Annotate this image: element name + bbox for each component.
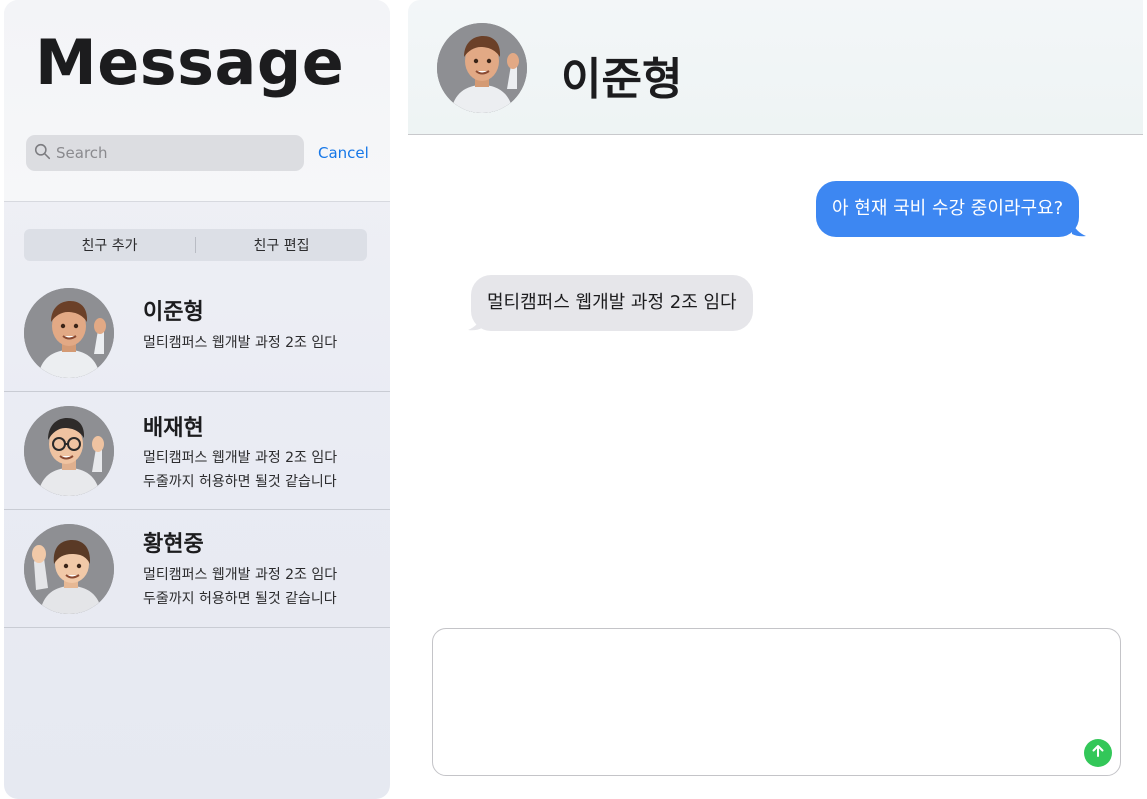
message-input[interactable]: [447, 641, 1077, 761]
contact-preview: 두줄까지 허용하면 될것 같습니다: [143, 591, 337, 607]
contact-name: 이준형: [143, 300, 204, 325]
avatar: [24, 524, 114, 614]
avatar: [437, 23, 527, 113]
search-field[interactable]: [26, 135, 304, 171]
bubble-tail: [468, 316, 482, 331]
contact-list-item[interactable]: 배재현 멀티캠퍼스 웹개발 과정 2조 임다 두줄까지 허용하면 될것 같습니다: [4, 392, 390, 510]
contact-name: 황현중: [143, 532, 204, 557]
search-input[interactable]: [56, 144, 296, 162]
message-composer[interactable]: [432, 628, 1121, 776]
arrow-up-icon: [1090, 743, 1106, 763]
messages-app: Message Cancel 친구 추가 친구 편집: [0, 0, 1147, 799]
contact-preview: 멀티캠퍼스 웹개발 과정 2조 임다: [143, 567, 338, 583]
contact-preview: 멀티캠퍼스 웹개발 과정 2조 임다: [143, 450, 338, 466]
incoming-message-bubble: 멀티캠퍼스 웹개발 과정 2조 임다: [471, 275, 753, 331]
edit-friend-button[interactable]: 친구 편집: [196, 235, 367, 255]
chat-header: 이준형: [408, 0, 1143, 135]
outgoing-message-bubble: 아 현재 국비 수강 중이라구요?: [816, 181, 1080, 237]
contact-list-item[interactable]: 황현중 멀티캠퍼스 웹개발 과정 2조 임다 두줄까지 허용하면 될것 같습니다: [4, 510, 390, 628]
contact-name: 배재현: [143, 416, 204, 441]
cancel-button[interactable]: Cancel: [318, 144, 369, 162]
sidebar: Message Cancel 친구 추가 친구 편집: [4, 0, 390, 799]
avatar: [24, 288, 114, 378]
search-icon: [34, 143, 51, 164]
app-title: Message: [35, 26, 345, 99]
send-button[interactable]: [1084, 739, 1112, 767]
contact-preview: 멀티캠퍼스 웹개발 과정 2조 임다: [143, 335, 338, 351]
sidebar-header: Message Cancel: [4, 0, 390, 202]
chat-title: 이준형: [561, 54, 683, 105]
add-friend-button[interactable]: 친구 추가: [24, 235, 195, 255]
contact-list-item[interactable]: 이준형 멀티캠퍼스 웹개발 과정 2조 임다: [4, 274, 390, 392]
friend-segmented-control: 친구 추가 친구 편집: [24, 229, 367, 261]
contact-preview: 두줄까지 허용하면 될것 같습니다: [143, 474, 337, 490]
bubble-tail: [1072, 222, 1086, 237]
chat-panel: 이준형 아 현재 국비 수강 중이라구요? 멀티캠퍼스 웹개발 과정 2조 임다: [408, 0, 1143, 799]
avatar: [24, 406, 114, 496]
